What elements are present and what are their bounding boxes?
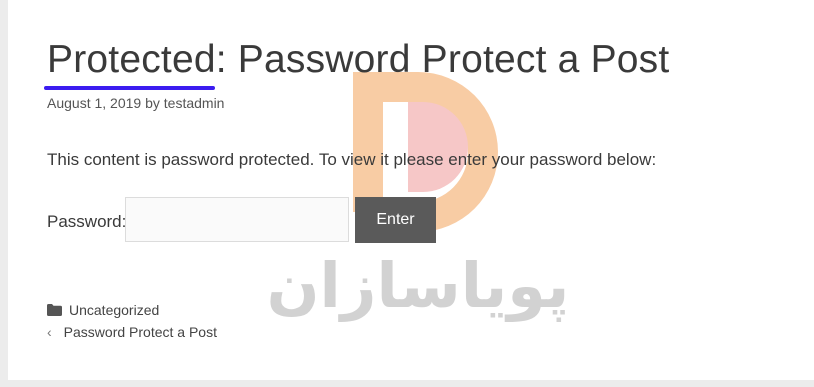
content-area: پویاسازان Protected: Password Protect a … [8,0,814,380]
category-link[interactable]: Uncategorized [69,302,159,318]
password-input[interactable] [125,197,349,242]
title-underline [44,86,215,90]
previous-post-link[interactable]: Password Protect a Post [64,324,217,340]
folder-icon [47,304,62,316]
password-label: Password: [47,212,127,231]
chevron-left-icon: ‹ [47,324,52,340]
watermark-text: پویاسازان [267,249,570,322]
protected-message: This content is password protected. To v… [47,150,657,169]
watermark-logo-inner [408,102,468,192]
post-navigation: ‹ Password Protect a Post [47,324,217,340]
post-author-link[interactable]: testadmin [164,95,225,111]
post-by: by [145,95,160,111]
post-categories: Uncategorized [47,302,159,318]
enter-button[interactable]: Enter [355,197,436,243]
post-date-link[interactable]: August 1, 2019 [47,95,141,111]
page-title: Protected: Password Protect a Post [47,38,670,81]
post-meta: August 1, 2019 by testadmin [47,95,224,111]
